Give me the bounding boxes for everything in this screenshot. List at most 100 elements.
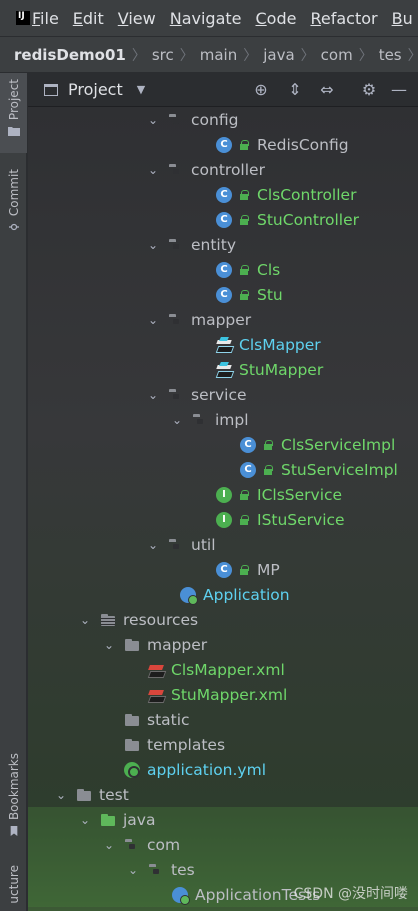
package-folder-icon — [124, 837, 140, 853]
tree-item-label: StuMapper.xml — [171, 685, 288, 704]
chevron-down-icon[interactable]: ▼ — [137, 83, 145, 96]
tree-row[interactable]: ⌄StuMapper — [28, 357, 418, 382]
breadcrumb-tes[interactable]: tes — [379, 46, 402, 64]
tree-item-label: controller — [191, 160, 265, 179]
chevron-down-icon[interactable]: ⌄ — [146, 538, 160, 552]
tree-row[interactable]: ⌄ test — [28, 782, 418, 807]
breadcrumb-main[interactable]: main — [200, 46, 237, 64]
tree-item-label: Cls — [257, 260, 281, 279]
package-folder-icon — [168, 112, 184, 128]
tree-item-label: application.yml — [147, 760, 267, 779]
tree-item-label: Application — [203, 585, 290, 604]
spring-boot-class-icon — [172, 886, 190, 905]
menu-edit[interactable]: Edit — [73, 9, 104, 28]
project-tool-tab[interactable]: Project — [0, 73, 27, 153]
chevron-down-icon[interactable]: ⌄ — [146, 113, 160, 127]
tree-row[interactable]: ⌄CRedisConfig — [28, 132, 418, 157]
tree-row[interactable]: ⌄ service — [28, 382, 418, 407]
tree-item-label: MP — [257, 560, 280, 579]
tree-item-label: com — [147, 835, 181, 854]
tree-row[interactable]: ⌄ entity — [28, 232, 418, 257]
menu-build[interactable]: Bu — [392, 9, 413, 28]
chevron-down-icon[interactable]: ⌄ — [102, 838, 116, 852]
lock-icon — [239, 514, 249, 525]
class-icon: C — [216, 561, 232, 578]
tree-row[interactable]: ⌄templates — [28, 732, 418, 757]
breadcrumb-java[interactable]: java — [263, 46, 294, 64]
tree-row[interactable]: ⌄CClsController — [28, 182, 418, 207]
mybatis-mapper-icon — [216, 336, 232, 353]
tree-row[interactable]: ⌄ impl — [28, 407, 418, 432]
tree-row[interactable]: ⌄Application — [28, 582, 418, 607]
tree-row[interactable]: ⌄application.yml — [28, 757, 418, 782]
tree-row[interactable]: ⌄ resources — [28, 607, 418, 632]
chevron-down-icon[interactable]: ⌄ — [78, 613, 92, 627]
tree-row[interactable]: ⌄StuMapper.xml — [28, 682, 418, 707]
menu-code[interactable]: Code — [256, 9, 297, 28]
tree-row[interactable]: ⌄ClsMapper — [28, 332, 418, 357]
menu-navigate[interactable]: Navigate — [170, 9, 242, 28]
package-folder-icon — [168, 387, 184, 403]
mybatis-xml-icon — [148, 687, 164, 703]
gear-icon[interactable]: ⚙ — [360, 81, 378, 99]
lock-icon — [239, 289, 249, 300]
tree-row[interactable]: ⌄CStu — [28, 282, 418, 307]
mybatis-xml-icon — [148, 662, 164, 678]
tree-item-label: mapper — [191, 310, 252, 329]
chevron-down-icon[interactable]: ⌄ — [146, 238, 160, 252]
commit-tool-tab[interactable]: Commit — [0, 169, 27, 249]
tree-row[interactable]: ⌄ mapper — [28, 632, 418, 657]
crosshair-locate-icon[interactable]: ⊕ — [252, 81, 270, 99]
tree-item-label: ClsMapper — [239, 335, 321, 354]
tree-row[interactable]: ⌄CStuController — [28, 207, 418, 232]
chevron-down-icon[interactable]: ⌄ — [126, 863, 140, 877]
tree-row[interactable]: ⌄ tes — [28, 857, 418, 882]
tree-row[interactable]: ⌄ClsMapper.xml — [28, 657, 418, 682]
breadcrumb-com[interactable]: com — [321, 46, 353, 64]
chevron-down-icon[interactable]: ⌄ — [102, 638, 116, 652]
tree-row[interactable]: ⌄CClsServiceImpl — [28, 432, 418, 457]
chevron-down-icon[interactable]: ⌄ — [78, 813, 92, 827]
structure-tool-tab[interactable]: ucture — [0, 865, 27, 911]
minimize-icon[interactable]: — — [390, 81, 408, 99]
tree-row[interactable]: ⌄ java — [28, 807, 418, 832]
tree-row[interactable]: ⌄IIClsService — [28, 482, 418, 507]
tree-item-label: IStuService — [257, 510, 345, 529]
collapse-all-icon[interactable]: ⇔ — [318, 81, 336, 99]
chevron-down-icon[interactable]: ⌄ — [146, 313, 160, 327]
spring-boot-class-icon — [180, 586, 198, 605]
menu-view[interactable]: View — [118, 9, 156, 28]
tree-row[interactable]: ⌄ controller — [28, 157, 418, 182]
tree-row[interactable]: ⌄IIStuService — [28, 507, 418, 532]
tree-row[interactable]: ⌄ config — [28, 107, 418, 132]
bookmark-icon — [10, 826, 17, 837]
chevron-right-icon: 〉 — [300, 47, 315, 64]
breadcrumb-src[interactable]: src — [152, 46, 174, 64]
lock-icon — [239, 264, 249, 275]
breadcrumb-project[interactable]: redisDemo01 — [14, 46, 126, 64]
lock-icon — [239, 214, 249, 225]
tree-item-label: StuMapper — [239, 360, 324, 379]
expand-all-icon[interactable]: ⇕ — [286, 81, 304, 99]
chevron-down-icon[interactable]: ⌄ — [146, 388, 160, 402]
bookmarks-tool-label: Bookmarks — [6, 753, 21, 821]
tree-row[interactable]: ⌄CCls — [28, 257, 418, 282]
chevron-down-icon[interactable]: ⌄ — [54, 788, 68, 802]
chevron-down-icon[interactable]: ⌄ — [170, 413, 184, 427]
menu-file[interactable]: File — [32, 9, 59, 28]
chevron-down-icon[interactable]: ⌄ — [146, 163, 160, 177]
menu-refactor[interactable]: Refactor — [310, 9, 377, 28]
tree-row[interactable]: ⌄CStuServiceImpl — [28, 457, 418, 482]
project-tree: ⌄ config ⌄ C RedisConfig ⌄ controller ⌄ C ClsCont… — [28, 107, 418, 911]
tree-row[interactable]: ⌄ mapper — [28, 307, 418, 332]
test-source-folder-icon — [100, 812, 116, 828]
bookmarks-tool-tab[interactable]: Bookmarks — [0, 753, 27, 849]
project-panel-title[interactable]: Project — [68, 80, 123, 99]
tree-item-label: ClsServiceImpl — [281, 435, 396, 454]
tree-row[interactable]: ⌄static — [28, 707, 418, 732]
tree-row[interactable]: ⌄CMP — [28, 557, 418, 582]
class-icon: C — [216, 261, 232, 278]
class-icon: C — [216, 136, 232, 153]
tree-row[interactable]: ⌄ util — [28, 532, 418, 557]
tree-row[interactable]: ⌄ com — [28, 832, 418, 857]
